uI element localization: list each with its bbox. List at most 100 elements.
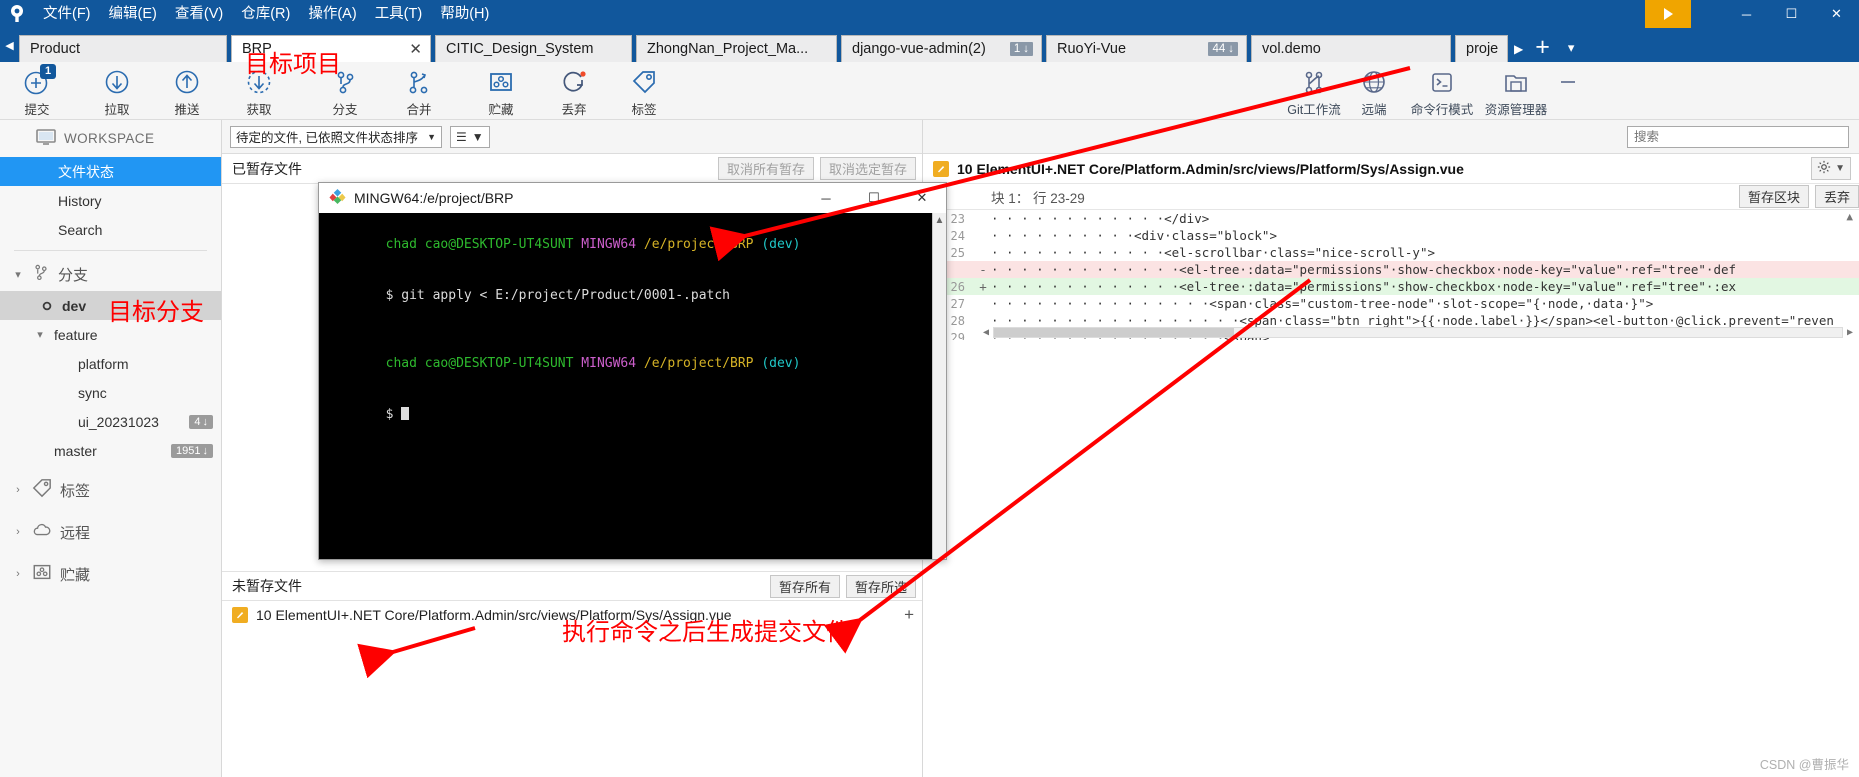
tag-icon: [32, 478, 52, 502]
stage-all-button[interactable]: 暂存所有: [769, 574, 840, 598]
minimize-button[interactable]: ─: [1724, 0, 1769, 28]
terminal-maximize-button[interactable]: ☐: [850, 183, 898, 213]
scrollbar-track[interactable]: [993, 326, 1843, 338]
tab-label: vol.demo: [1262, 41, 1321, 57]
chevron-down-icon[interactable]: ▼: [427, 132, 436, 142]
monitor-icon: [36, 129, 56, 148]
scroll-up-icon[interactable]: ▲: [1846, 210, 1853, 223]
toolbar-terminal[interactable]: 命令行模式: [1404, 66, 1480, 118]
view-mode-button[interactable]: ☰ ▼: [450, 125, 490, 148]
terminal-minimize-button[interactable]: ─: [802, 183, 850, 213]
tab-scroll-right-icon[interactable]: ▶: [1514, 42, 1523, 56]
terminal-close-button[interactable]: ✕: [898, 183, 946, 213]
tab-proje[interactable]: proje: [1455, 35, 1508, 62]
chevron-down-icon[interactable]: ▾: [34, 328, 46, 341]
watermark: CSDN @曹振华: [1759, 758, 1849, 772]
scroll-left-icon[interactable]: ◀: [983, 327, 989, 338]
scroll-up-icon[interactable]: ▲: [933, 213, 946, 226]
terminal-output[interactable]: chad cao@DESKTOP-UT4SUNT MINGW64 /e/proj…: [319, 213, 946, 559]
toolbar-commit[interactable]: 1 提交: [8, 64, 66, 118]
menu-file[interactable]: 文件(F): [34, 0, 100, 28]
sidebar-item-search[interactable]: Search: [0, 215, 221, 244]
toolbar-pull[interactable]: 拉取: [88, 66, 146, 118]
sidebar-branch-platform[interactable]: platform: [0, 349, 221, 378]
new-tab-button[interactable]: +: [1535, 35, 1550, 60]
toolbar-push[interactable]: 推送: [158, 66, 216, 118]
diff-code-area[interactable]: ▲ 23 · · · · · · · · · · · ·</div> 24 · …: [923, 210, 1859, 340]
unstaged-files-header: 未暂存文件 暂存所有 暂存所选: [222, 571, 922, 601]
tab-django-vue-admin[interactable]: django-vue-admin(2) 1 ↓: [841, 35, 1042, 62]
tab-label: CITIC_Design_System: [446, 41, 594, 57]
chevron-right-icon[interactable]: ›: [12, 568, 24, 580]
toolbar-overflow[interactable]: [1548, 66, 1588, 98]
mingw64-terminal-window[interactable]: MINGW64:/e/project/BRP ─ ☐ ✕ chad cao@DE…: [318, 182, 947, 560]
tab-scroll-left-icon[interactable]: ◀: [0, 28, 19, 62]
sidebar-branch-master[interactable]: master 1951 ↓: [0, 436, 221, 465]
chevron-down-icon[interactable]: ▾: [12, 268, 24, 281]
application-window: 文件(F) 编辑(E) 查看(V) 仓库(R) 操作(A) 工具(T) 帮助(H…: [0, 0, 1859, 777]
chevron-right-icon[interactable]: ›: [12, 526, 24, 538]
stage-selected-button[interactable]: 暂存所选: [845, 574, 916, 598]
file-filter-select[interactable]: 待定的文件, 已依照文件状态排序 ▼: [230, 125, 442, 148]
menu-help[interactable]: 帮助(H): [431, 0, 498, 28]
chevron-down-icon[interactable]: ▼: [472, 130, 484, 144]
diff-hunk-header: 块 1： 行 23-29 暂存区块 丢弃: [923, 184, 1859, 210]
diff-settings-button[interactable]: ▼: [1811, 157, 1851, 180]
diff-horizontal-scrollbar[interactable]: ◀ ▶: [983, 324, 1853, 340]
toolbar-git-flow[interactable]: Git工作流: [1282, 66, 1346, 118]
sidebar-workspace-header: WORKSPACE: [0, 120, 221, 157]
run-button[interactable]: [1645, 0, 1691, 28]
tab-citic-design-system[interactable]: CITIC_Design_System: [435, 35, 632, 62]
sidebar-group-tags[interactable]: › 标签: [0, 473, 221, 507]
chevron-down-icon[interactable]: ▼: [1835, 163, 1845, 174]
cloud-icon: [32, 520, 52, 544]
unstage-selected-button[interactable]: 取消选定暂存: [819, 157, 916, 180]
stage-hunk-button[interactable]: 暂存区块: [1738, 185, 1809, 208]
toolbar-stash[interactable]: 贮藏: [472, 66, 530, 118]
toolbar-label: 提交: [24, 103, 50, 117]
chevron-right-icon[interactable]: ›: [12, 484, 24, 496]
toolbar-tag[interactable]: 标签: [615, 66, 673, 118]
close-button[interactable]: ✕: [1814, 0, 1859, 28]
annotation-target-project: 目标项目: [245, 51, 341, 78]
add-file-button[interactable]: +: [904, 605, 914, 625]
tab-label: django-vue-admin(2): [852, 41, 986, 57]
toolbar-remote[interactable]: 远端: [1345, 66, 1403, 118]
sidebar-item-file-status[interactable]: 文件状态: [0, 157, 221, 186]
sidebar-group-remotes[interactable]: › 远程: [0, 515, 221, 549]
sidebar-branch-sync[interactable]: sync: [0, 378, 221, 407]
tab-badge-count: 1: [1013, 43, 1021, 55]
plus-circle-icon: 1: [8, 64, 66, 98]
menu-edit[interactable]: 编辑(E): [100, 0, 166, 28]
terminal-branch: (dev): [761, 237, 801, 252]
branch-behind-badge: 1951 ↓: [171, 443, 213, 458]
tab-vol-demo[interactable]: vol.demo: [1251, 35, 1451, 62]
toolbar-label: 分支: [332, 103, 358, 117]
menu-actions[interactable]: 操作(A): [299, 0, 365, 28]
menu-tools[interactable]: 工具(T): [366, 0, 432, 28]
toolbar-explorer[interactable]: 资源管理器: [1478, 66, 1554, 118]
maximize-button[interactable]: ☐: [1769, 0, 1814, 28]
toolbar-discard[interactable]: 丢弃: [545, 66, 603, 118]
scrollbar-thumb[interactable]: [994, 327, 1235, 337]
sidebar-group-stashes[interactable]: › 贮藏: [0, 557, 221, 591]
tab-product[interactable]: Product: [19, 35, 227, 62]
sidebar-item-history[interactable]: History: [0, 186, 221, 215]
menu-view[interactable]: 查看(V): [166, 0, 232, 28]
tab-close-icon[interactable]: ✕: [409, 42, 422, 57]
terminal-scrollbar[interactable]: ▲: [932, 213, 946, 559]
sidebar-group-branches[interactable]: ▾ 分支: [0, 257, 221, 291]
terminal-env: MINGW64: [581, 237, 644, 252]
tab-zhongnan-project[interactable]: ZhongNan_Project_Ma...: [636, 35, 837, 62]
menu-repository[interactable]: 仓库(R): [232, 0, 299, 28]
discard-hunk-button[interactable]: 丢弃: [1814, 185, 1859, 208]
toolbar-label: 标签: [631, 103, 657, 117]
toolbar-merge[interactable]: 合并: [390, 66, 448, 118]
unstage-all-button[interactable]: 取消所有暂存: [717, 157, 814, 180]
scroll-right-icon[interactable]: ▶: [1847, 327, 1853, 338]
arrow-down-icon: ↓: [202, 444, 209, 457]
sidebar-branch-ui-20231023[interactable]: ui_20231023 4 ↓: [0, 407, 221, 436]
tab-ruoyi-vue[interactable]: RuoYi-Vue 44 ↓: [1046, 35, 1247, 62]
tab-list-dropdown-icon[interactable]: ▾: [1568, 40, 1575, 56]
search-input[interactable]: [1627, 125, 1849, 148]
